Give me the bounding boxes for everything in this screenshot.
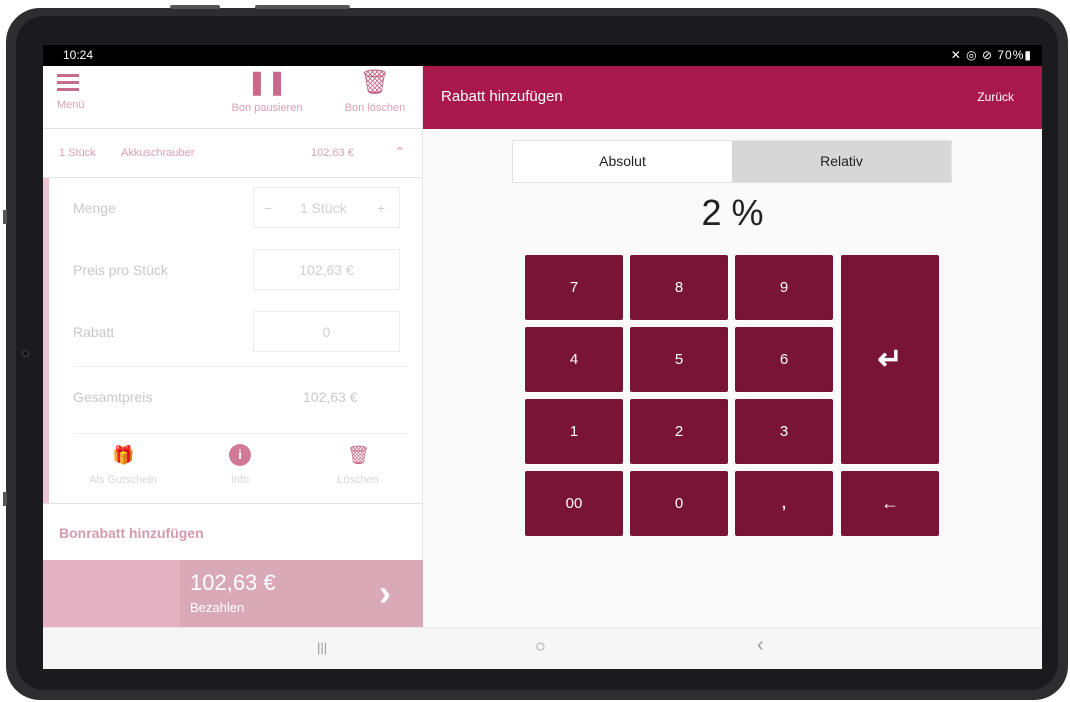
gift-icon: 🎁: [112, 445, 135, 465]
item-qty: 1 Stück: [59, 147, 96, 159]
camera: [22, 350, 29, 357]
discount-mode-tabs: Absolut Relativ: [512, 140, 952, 183]
plus-button[interactable]: +: [377, 188, 385, 229]
menu-icon: [57, 74, 85, 91]
pay-amount: 102,63 €: [190, 570, 276, 595]
delete-receipt-button[interactable]: 🗑 Bon löschen: [335, 69, 415, 115]
discount-header: Rabatt hinzufügen Zurück: [423, 66, 1042, 129]
pause-receipt-button[interactable]: ❚❚ Bon pausieren: [227, 69, 307, 115]
key-00[interactable]: 00: [525, 471, 623, 536]
hardware-button: [170, 5, 220, 9]
delete-item-label: Löschen: [337, 474, 379, 486]
home-icon[interactable]: ○: [535, 636, 546, 657]
quantity-value: 1 Stück: [300, 200, 347, 216]
discount-label: Rabatt: [73, 324, 115, 340]
minus-button[interactable]: −: [264, 188, 272, 229]
as-voucher-label: Als Gutschein: [89, 474, 157, 486]
cart-item-row[interactable]: 1 Stück Akkuschrauber 102,63 € ⌃: [43, 130, 423, 178]
key-7[interactable]: 7: [525, 255, 623, 320]
discount-row: Rabatt 0: [73, 302, 408, 364]
menu-label: Menü: [57, 99, 85, 111]
status-bar: 10:24 ✕ ◎ ⊘ 70%▮: [43, 45, 1042, 66]
as-voucher-button[interactable]: 🎁 Als Gutschein: [73, 444, 173, 486]
quantity-stepper: − 1 Stück +: [253, 187, 400, 228]
chevron-right-icon: ›: [379, 572, 391, 613]
nav-back-icon[interactable]: ‹: [757, 634, 764, 657]
key-0[interactable]: 0: [630, 471, 728, 536]
screen: 10:24 ✕ ◎ ⊘ 70%▮ Menü ❚❚ Bon pausieren 🗑…: [43, 45, 1042, 669]
hardware-button: [3, 492, 7, 506]
chevron-up-icon[interactable]: ⌃: [394, 144, 406, 161]
page-title: Rabatt hinzufügen: [441, 88, 563, 105]
enter-icon: ↵: [877, 343, 903, 376]
info-label: Info: [230, 474, 250, 486]
total-label: Gesamtpreis: [73, 389, 153, 405]
backspace-key[interactable]: ←: [841, 471, 939, 536]
item-name: Akkuschrauber: [121, 147, 195, 159]
info-icon: i: [229, 444, 251, 466]
unit-price-label: Preis pro Stück: [73, 262, 168, 278]
item-price: 102,63 €: [311, 147, 354, 159]
key-2[interactable]: 2: [630, 399, 728, 464]
pay-button[interactable]: 102,63 € Bezahlen ›: [43, 560, 423, 627]
menu-button[interactable]: Menü: [57, 70, 85, 111]
status-icons: ✕ ◎ ⊘ 70%▮: [950, 48, 1032, 62]
pause-label: Bon pausieren: [231, 102, 303, 114]
cart-panel: Menü ❚❚ Bon pausieren 🗑 Bon löschen 1 St…: [43, 66, 423, 627]
total-row: Gesamtpreis 102,63 €: [73, 366, 408, 428]
unit-price-field[interactable]: 102,63 €: [253, 249, 400, 290]
back-button[interactable]: Zurück: [977, 90, 1014, 104]
hardware-button: [3, 210, 7, 224]
system-nav-bar: ||| ○ ‹: [43, 627, 1042, 669]
key-5[interactable]: 5: [630, 327, 728, 392]
quantity-row: Menge − 1 Stück +: [73, 178, 408, 240]
key-8[interactable]: 8: [630, 255, 728, 320]
cart-toolbar: Menü ❚❚ Bon pausieren 🗑 Bon löschen: [43, 66, 423, 129]
item-actions: 🎁 Als Gutschein i Info 🗑 Löschen: [73, 433, 408, 503]
delete-item-button[interactable]: 🗑 Löschen: [308, 444, 408, 486]
discount-value-display: 2 %: [701, 192, 764, 233]
recent-apps-icon[interactable]: |||: [317, 640, 327, 655]
info-button[interactable]: i Info: [190, 444, 290, 486]
discount-panel: Rabatt hinzufügen Zurück Absolut Relativ…: [423, 66, 1042, 627]
trash-icon: 🗑: [347, 445, 370, 465]
hardware-button: [255, 5, 350, 9]
item-detail: Menge − 1 Stück + Preis pro Stück 102,63…: [43, 178, 423, 503]
tab-relativ[interactable]: Relativ: [732, 141, 951, 182]
key-1[interactable]: 1: [525, 399, 623, 464]
key-3[interactable]: 3: [735, 399, 833, 464]
tab-absolut[interactable]: Absolut: [513, 141, 732, 182]
status-time: 10:24: [63, 48, 94, 62]
quantity-label: Menge: [73, 200, 116, 216]
discount-field[interactable]: 0: [253, 311, 400, 352]
add-receipt-discount-button[interactable]: Bonrabatt hinzufügen: [43, 503, 423, 560]
key-comma[interactable]: ,: [735, 471, 833, 536]
pay-label: Bezahlen: [190, 600, 245, 615]
enter-key[interactable]: ↵: [841, 255, 939, 464]
total-value: 102,63 €: [303, 389, 358, 405]
unit-price-row: Preis pro Stück 102,63 €: [73, 240, 408, 302]
backspace-icon: ←: [881, 493, 899, 513]
key-9[interactable]: 9: [735, 255, 833, 320]
key-6[interactable]: 6: [735, 327, 833, 392]
trash-icon: 🗑: [359, 69, 391, 96]
key-4[interactable]: 4: [525, 327, 623, 392]
delete-receipt-label: Bon löschen: [344, 102, 406, 114]
pause-icon: ❚❚: [246, 69, 288, 96]
